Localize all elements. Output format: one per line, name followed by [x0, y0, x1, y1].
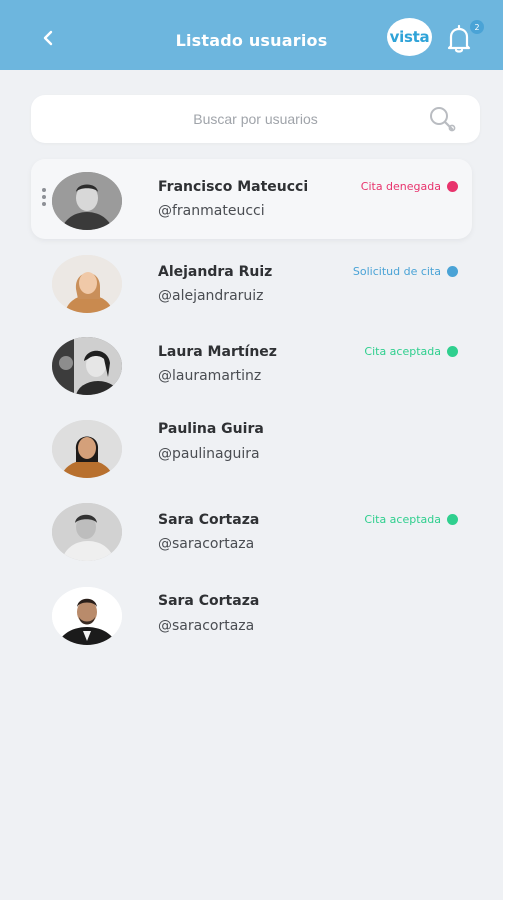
list-item[interactable]: Paulina Guira @paulinaguira — [0, 408, 503, 478]
screen-edge — [503, 0, 507, 900]
user-name: Francisco Mateucci — [158, 179, 309, 195]
user-photo-icon — [52, 255, 122, 313]
user-photo-icon — [52, 337, 122, 395]
user-handle: @alejandraruiz — [158, 288, 264, 304]
app-screen: Listado usuarios vista 2 Buscar por usua… — [0, 0, 503, 900]
avatar — [52, 337, 122, 395]
user-photo-icon — [52, 587, 122, 645]
status-label: Solicitud de cita — [352, 265, 441, 278]
user-handle: @saracortaza — [158, 536, 255, 552]
list-item[interactable]: Sara Cortaza @saracortaza — [0, 580, 503, 650]
avatar — [52, 503, 122, 561]
list-item[interactable]: Laura Martínez @lauramartinz Cita acepta… — [0, 330, 503, 400]
user-handle: @franmateucci — [158, 203, 265, 219]
bell-icon — [447, 24, 471, 53]
list-item[interactable]: Francisco Mateucci @franmateucci Cita de… — [0, 165, 503, 235]
status-dot — [447, 181, 458, 192]
avatar — [52, 172, 122, 230]
search-input[interactable] — [31, 95, 480, 143]
list-item[interactable]: Sara Cortaza @saracortaza Cita aceptada — [0, 498, 503, 568]
user-name: Alejandra Ruiz — [158, 264, 273, 280]
user-photo-icon — [52, 420, 122, 478]
avatar — [52, 255, 122, 313]
user-photo-icon — [52, 503, 122, 561]
user-name: Paulina Guira — [158, 421, 264, 437]
status-dot — [447, 514, 458, 525]
notifications-button[interactable]: 2 — [444, 20, 488, 56]
status-label: Cita aceptada — [364, 513, 441, 526]
user-name: Laura Martínez — [158, 344, 277, 360]
search-bar — [31, 95, 480, 143]
user-handle: @lauramartinz — [158, 368, 262, 384]
user-handle: @paulinaguira — [158, 446, 260, 462]
top-bar: Listado usuarios vista 2 — [0, 0, 503, 70]
avatar — [52, 420, 122, 478]
avatar — [52, 587, 122, 645]
status-dot — [447, 266, 458, 277]
notification-badge: 2 — [470, 20, 484, 34]
status-label: Cita denegada — [360, 180, 441, 193]
list-item[interactable]: Alejandra Ruiz @alejandraruiz Solicitud … — [0, 250, 503, 320]
user-photo-icon — [52, 172, 122, 230]
vista-logo: vista — [387, 18, 432, 56]
user-name: Sara Cortaza — [158, 512, 260, 528]
user-name: Sara Cortaza — [158, 593, 260, 609]
status-label: Cita aceptada — [364, 345, 441, 358]
status-dot — [447, 346, 458, 357]
user-handle: @saracortaza — [158, 618, 255, 634]
